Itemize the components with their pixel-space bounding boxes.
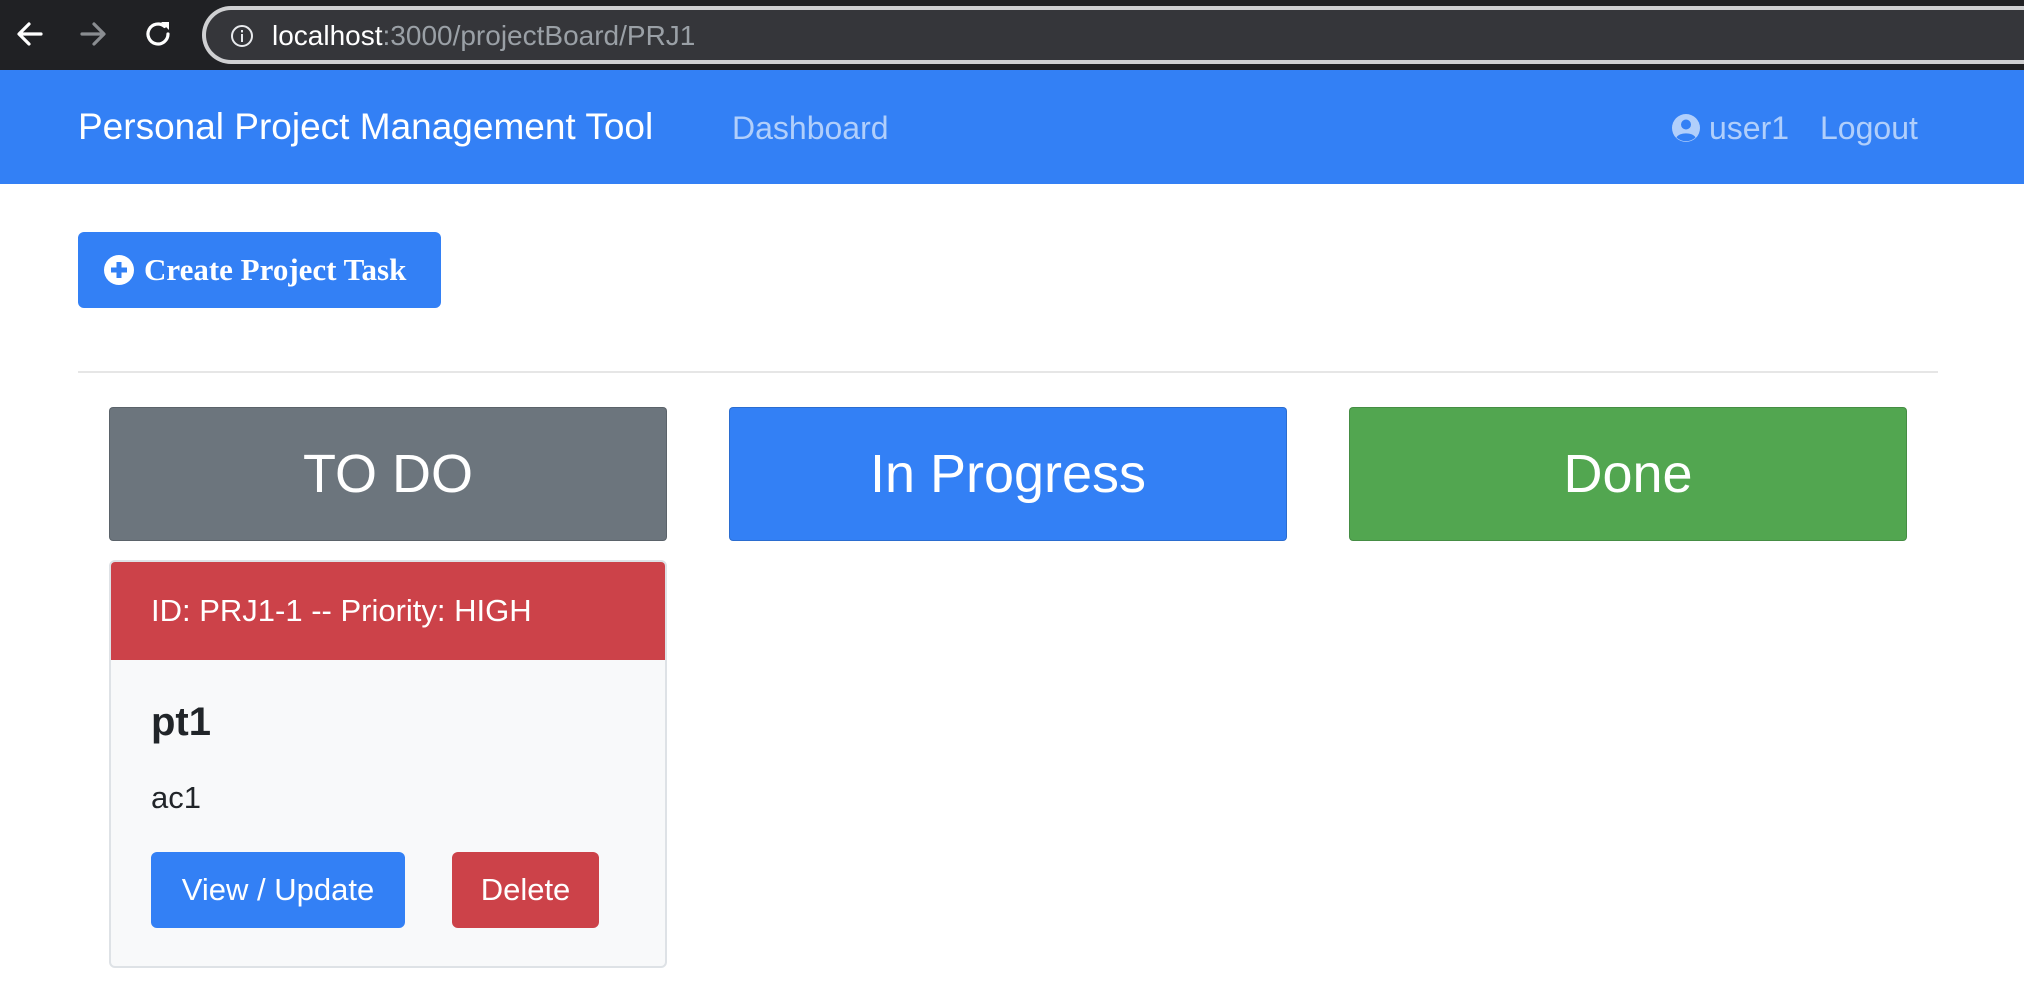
create-project-task-button[interactable]: Create Project Task <box>78 232 441 308</box>
url-text: localhost:3000/projectBoard/PRJ1 <box>272 20 695 52</box>
browser-toolbar: localhost:3000/projectBoard/PRJ1 <box>0 0 2024 70</box>
url-path: :3000/projectBoard/PRJ1 <box>382 20 696 51</box>
reload-button[interactable] <box>140 14 176 54</box>
nav-dashboard-link[interactable]: Dashboard <box>732 108 889 148</box>
column-header-in-progress: In Progress <box>729 407 1287 541</box>
arrow-right-icon <box>80 22 106 46</box>
delete-button[interactable]: Delete <box>452 852 599 928</box>
divider <box>78 371 1938 373</box>
app-navbar: Personal Project Management Tool Dashboa… <box>0 70 2024 184</box>
forward-button[interactable] <box>75 14 111 54</box>
nav-user-link[interactable]: user1 <box>1671 108 1789 148</box>
arrow-left-icon <box>17 22 43 46</box>
username-label: user1 <box>1709 110 1790 146</box>
logout-link[interactable]: Logout <box>1820 108 1918 148</box>
task-acceptance-criteria: ac1 <box>151 780 201 815</box>
brand-link[interactable]: Personal Project Management Tool <box>78 106 653 148</box>
column-header-done: Done <box>1349 407 1907 541</box>
column-header-todo: TO DO <box>109 407 667 541</box>
url-host: localhost <box>272 20 383 51</box>
task-card: ID: PRJ1-1 -- Priority: HIGH pt1 ac1 Vie… <box>109 560 667 968</box>
task-card-header: ID: PRJ1-1 -- Priority: HIGH <box>111 562 665 660</box>
info-icon[interactable] <box>230 24 254 48</box>
task-summary: pt1 <box>151 700 211 744</box>
plus-circle-icon <box>104 255 134 285</box>
create-task-label: Create Project Task <box>144 252 407 287</box>
reload-icon <box>146 22 170 46</box>
address-bar[interactable]: localhost:3000/projectBoard/PRJ1 <box>202 6 2024 64</box>
user-circle-icon <box>1672 114 1700 142</box>
back-button[interactable] <box>12 14 48 54</box>
view-update-button[interactable]: View / Update <box>151 852 405 928</box>
